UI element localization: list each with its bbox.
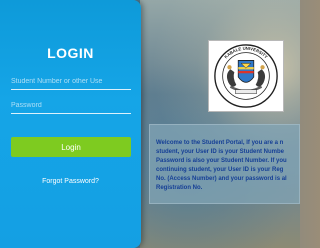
forgot-password-link[interactable]: Forgot Password? bbox=[0, 178, 141, 185]
login-panel: LOGIN Login Forgot Password? bbox=[0, 0, 141, 248]
login-button[interactable]: Login bbox=[11, 137, 131, 157]
login-title: LOGIN bbox=[47, 45, 94, 61]
welcome-notice-text: Welcome to the Student Portal, If you ar… bbox=[156, 140, 287, 191]
password-input[interactable] bbox=[11, 98, 131, 114]
university-crest-icon: KABALE UNIVERSITY bbox=[214, 44, 278, 108]
welcome-notice: Welcome to the Student Portal, If you ar… bbox=[149, 124, 300, 204]
username-input[interactable] bbox=[11, 74, 131, 90]
university-logo: KABALE UNIVERSITY bbox=[208, 40, 284, 112]
student-portal-login-page: LOGIN Login Forgot Password? KABALE UNIV… bbox=[0, 0, 300, 248]
